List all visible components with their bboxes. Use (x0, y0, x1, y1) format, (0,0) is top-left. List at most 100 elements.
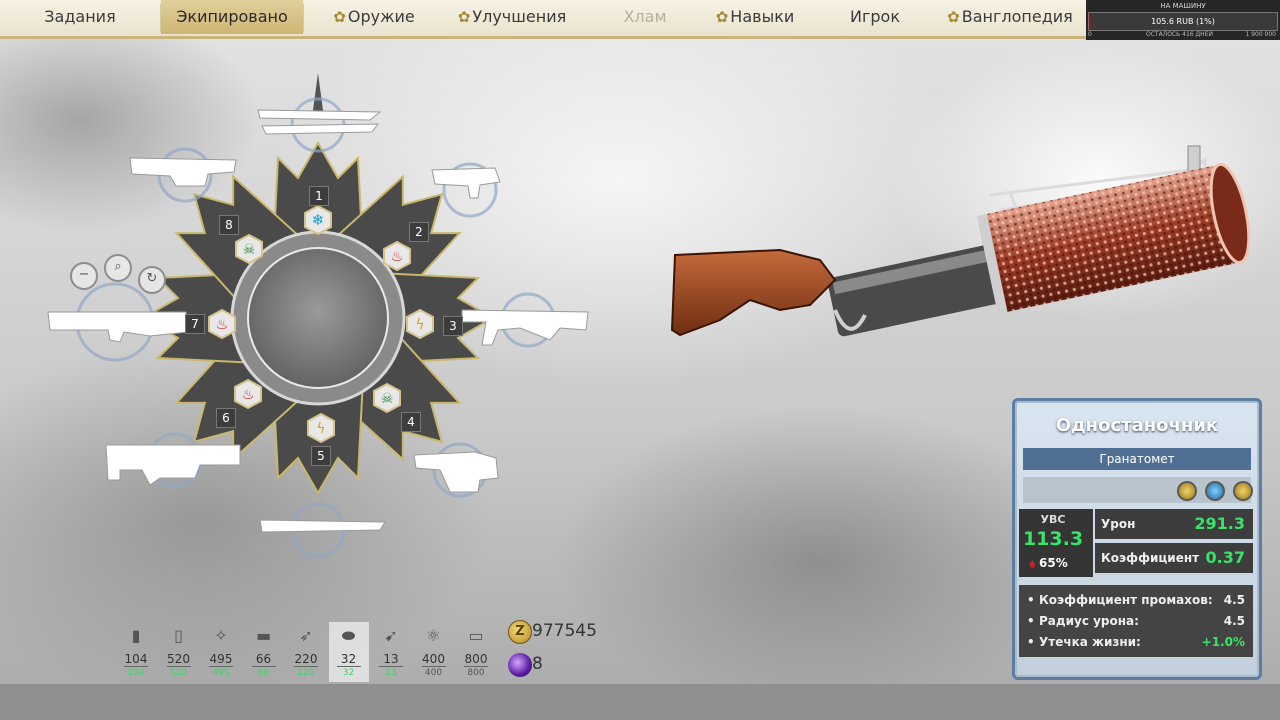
weapon-wheel: ❄ ♨ ϟ ☠ ϟ ♨ ♨ ☠ (47, 73, 589, 558)
ammo-slot[interactable]: ➹ 13 13 (371, 622, 411, 682)
ammo-slot[interactable]: ➶ 220 220 (286, 622, 326, 682)
detail-label: Утечка жизни: (1039, 635, 1141, 649)
bullet-icon: • (1027, 614, 1035, 628)
divider (464, 666, 488, 667)
ammo-max: 520 (169, 668, 188, 678)
fire-icon: ♨ (383, 240, 411, 272)
slot-number-7[interactable]: 7 (185, 314, 205, 334)
donation-amount: 105.6 RUB (1%) (1151, 17, 1215, 26)
stat-value: 0.37 (1205, 548, 1245, 567)
rocket-cluster-icon: ✧ (214, 626, 228, 645)
stat-row-damage: Урон 291.3 (1095, 509, 1253, 539)
ammo-slot[interactable]: ▭ 800 800 (456, 622, 496, 682)
svg-text:❄: ❄ (312, 211, 325, 229)
detail-value: 4.5 (1223, 614, 1245, 628)
slot-number-8[interactable]: 8 (219, 215, 239, 235)
ammo-slot[interactable]: ▮ 104 104 (116, 622, 156, 682)
svg-text:☠: ☠ (381, 391, 394, 407)
svg-text:ϟ: ϟ (415, 317, 424, 333)
ammo-max: 66 (257, 668, 270, 678)
slot-number-3[interactable]: 3 (443, 316, 463, 336)
divider (421, 666, 446, 667)
tab-player[interactable]: Игрок (820, 0, 930, 34)
tab-label: Ванглопедия (961, 7, 1073, 26)
slot-number-6[interactable]: 6 (216, 408, 236, 428)
svg-text:ϟ: ϟ (316, 421, 325, 437)
weapon-slot-3-silhouette[interactable] (461, 309, 589, 346)
detail-row: • Утечка жизни: +1.0% (1027, 635, 1245, 655)
lightning-icon: ϟ (307, 412, 335, 444)
weapon-type: Гранатомет (1099, 452, 1175, 466)
ubc-panel: УВС 113.3 ♦ 65% (1019, 509, 1093, 577)
slot-number-4[interactable]: 4 (401, 412, 421, 432)
weapon-slot-7-silhouette[interactable] (47, 311, 189, 343)
detail-row: • Коэффициент промахов: 4.5 (1027, 593, 1245, 613)
ammo-max: 220 (297, 668, 315, 678)
weapon-slot-8-silhouette[interactable] (129, 157, 237, 187)
bullet-icon: • (1027, 635, 1035, 649)
divider (294, 666, 318, 667)
missile-icon: ➹ (384, 626, 398, 645)
divider (124, 666, 148, 667)
ammo-slot[interactable]: ⚛ 400 400 (414, 622, 454, 682)
mod-chips (1023, 477, 1253, 503)
svg-text:☠: ☠ (243, 242, 256, 258)
stat-value: 291.3 (1194, 514, 1245, 533)
ammo-slot[interactable]: ⬬ 32 32 (328, 622, 369, 682)
weapon-slot-1-silhouette[interactable] (257, 109, 382, 135)
tab-label: Навыки (730, 7, 795, 26)
donation-days-left: ОСТАЛОСЬ 416 ДНЕЙ (1146, 31, 1213, 38)
ammo-current: 400 (422, 652, 445, 666)
weapon-slot-5-silhouette[interactable] (259, 519, 386, 533)
slot-number-1[interactable]: 1 (309, 186, 329, 206)
weapon-slot-4-silhouette[interactable] (413, 451, 499, 493)
slot-number-5[interactable]: 5 (311, 446, 331, 466)
grenade-icon: ⬬ (341, 626, 356, 645)
ammo-current: 66 (255, 652, 272, 666)
slot-number-2[interactable]: 2 (409, 222, 429, 242)
weapon-slot-6-silhouette[interactable] (105, 444, 241, 486)
donation-widget: НА МАШИНУ 105.6 RUB (1%) 0 ОСТАЛОСЬ 416 … (1086, 0, 1280, 40)
donation-goal: 1 900 000 (1245, 31, 1276, 38)
stat-label: Коэффициент (1101, 551, 1200, 565)
weapon-preview (670, 145, 1251, 337)
minus-icon[interactable]: − (70, 262, 98, 290)
battery-icon: ▬ (255, 626, 272, 645)
skull-icon: ☠ (235, 233, 263, 265)
blue-chip-icon[interactable] (1205, 481, 1225, 501)
ammo-max: 800 (467, 668, 485, 678)
ammo-slot[interactable]: ✧ 495 495 (201, 622, 241, 682)
fire-icon: ♨ (208, 308, 236, 340)
divider (336, 666, 361, 667)
orb-icon (508, 653, 532, 677)
bullet-icon: ▮ (131, 626, 141, 645)
donation-title: НА МАШИНУ (1160, 2, 1206, 10)
tab-vanglopedia[interactable]: ✿ Ванглопедия (935, 0, 1085, 34)
magnifier-icon[interactable]: ⌕ (104, 254, 132, 282)
gold-chip-icon[interactable] (1233, 481, 1253, 501)
tab-skills[interactable]: ✿ Навыки (700, 0, 810, 34)
donation-progress-bar: 105.6 RUB (1%) (1088, 12, 1278, 31)
refresh-icon[interactable]: ↻ (138, 266, 166, 294)
ubc-percent: 65% (1039, 556, 1068, 570)
detail-label: Радиус урона: (1039, 614, 1139, 628)
divider (251, 666, 276, 667)
ammo-max: 400 (424, 668, 443, 678)
gear-icon: ✿ (715, 8, 729, 26)
stat-row-coefficient: Коэффициент 0.37 (1095, 543, 1253, 573)
weapon-name: Одностаночник (1055, 415, 1219, 436)
stat-details: • Коэффициент промахов: 4.5 • Радиус уро… (1019, 585, 1253, 657)
ammo-slot[interactable]: ▬ 66 66 (244, 622, 284, 682)
ammo-current: 495 (209, 652, 233, 666)
ammo-current: 800 (464, 652, 488, 666)
snowflake-icon: ❄ (304, 204, 332, 236)
ammo-slot[interactable]: ▯ 520 520 (159, 622, 199, 682)
lightning-icon: ϟ (406, 308, 434, 340)
fire-icon: ♨ (234, 378, 262, 410)
gold-chip-icon[interactable] (1177, 481, 1197, 501)
donation-min: 0 (1088, 31, 1092, 38)
blood-drop-icon: ♦ (1027, 558, 1038, 572)
weapon-stats-card: Одностаночник Гранатомет УВС 113.3 ♦ 65%… (1012, 398, 1262, 680)
ammo-max: 13 (385, 668, 397, 678)
weapon-type-bar: Гранатомет (1023, 448, 1251, 470)
